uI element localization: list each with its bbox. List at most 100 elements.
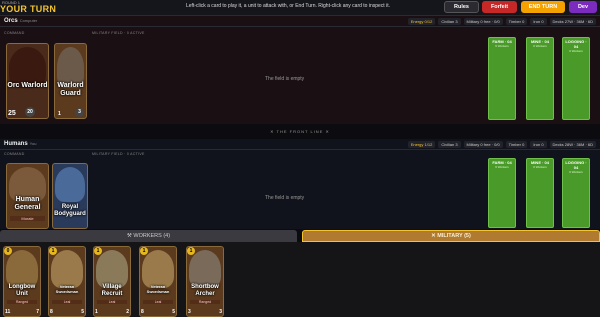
hand-card-veteran-swordsman[interactable]: 1 Veteran Swordsman Leal 8 5 <box>48 246 86 317</box>
enemy-card-orc-warlord[interactable]: Orc Warlord 25 20 <box>6 43 49 119</box>
enemy-mine-sub: 0 Workers <box>533 44 547 48</box>
veteran-swordsman-2-cost: 1 <box>140 247 148 255</box>
tab-workers[interactable]: ⚒ WORKERS (4) <box>0 230 297 242</box>
own-card-royal-bodyguard[interactable]: Royal Bodyguard <box>52 163 88 229</box>
hand-tabs: ⚒ WORKERS (4) ✕ MILITARY (5) <box>0 230 600 242</box>
warlord-guard-mid-badge: 1 <box>58 111 61 117</box>
own-decks: Decks 28W · 36M · 6D <box>549 141 596 148</box>
village-recruit-atk: 1 <box>95 309 98 315</box>
forfeit-button[interactable]: Forfeit <box>482 1 517 13</box>
orc-warlord-name: Orc Warlord <box>7 82 48 89</box>
own-stats: Energy 1/12 Civilian 3 Military 0 free ·… <box>407 141 596 148</box>
enemy-logging-sub: 0 Workers <box>569 49 583 53</box>
own-name: Humans You <box>4 141 37 147</box>
veteran-swordsman-name: Veteran Swordsman <box>55 284 79 294</box>
veteran-swordsman-cost: 1 <box>49 247 57 255</box>
orc-warlord-left-badge: 25 <box>8 110 16 117</box>
own-logging-sub: 0 Workers <box>569 170 583 174</box>
veteran-swordsman-2-atk: 8 <box>141 309 144 315</box>
longbow-unit-hp: 7 <box>36 309 39 315</box>
longbow-unit-art <box>6 250 38 288</box>
rules-button[interactable]: Rules <box>444 1 479 13</box>
own-mine[interactable]: MINE · 04 0 Workers <box>526 158 554 228</box>
enemy-field-label: MILITARY FIELD · 0 ACTIVE <box>92 31 145 35</box>
own-field-label: MILITARY FIELD · 0 ACTIVE <box>92 152 145 156</box>
royal-bodyguard-name: Royal Bodyguard <box>54 204 86 217</box>
own-card-human-general[interactable]: Human General Morale <box>6 163 49 229</box>
own-panel: Humans You Energy 1/12 Civilian 3 Militar… <box>0 139 600 229</box>
enemy-farm[interactable]: FARM · 04 6 Workers <box>488 37 516 120</box>
veteran-swordsman-hp: 5 <box>81 309 84 315</box>
enemy-card-warlord-guard[interactable]: Warlord Guard 35 1 3 <box>54 43 87 119</box>
human-general-desc: Morale <box>10 216 45 221</box>
end-turn-button[interactable]: END TURN <box>521 1 565 13</box>
veteran-swordsman-2-name: Veteran Swordsman <box>146 284 170 294</box>
enemy-stats: Energy 0/12 Civilian 3 Military 0 free ·… <box>407 18 596 25</box>
enemy-logging-title: LOGGING · 04 <box>565 39 587 49</box>
enemy-logging[interactable]: LOGGING · 04 0 Workers <box>562 37 590 120</box>
royal-bodyguard-art <box>55 167 85 203</box>
village-recruit-art <box>96 250 128 288</box>
veteran-swordsman-2-art <box>142 250 174 288</box>
veteran-swordsman-2-hp: 5 <box>172 309 175 315</box>
village-recruit-hp: 2 <box>126 309 129 315</box>
top-bar: ROUND 1 YOUR TURN Left-click a card to p… <box>0 0 600 16</box>
veteran-swordsman-2-desc: Leal <box>143 300 173 304</box>
enemy-header: Orcs Computer Energy 0/12 Civilian 3 Mili… <box>0 16 600 27</box>
enemy-sub: Computer <box>19 18 38 23</box>
enemy-mine[interactable]: MINE · 04 0 Workers <box>526 37 554 120</box>
own-civilian: Civilian 3 <box>438 141 461 148</box>
hand-area: 0 Longbow Unit Ranged 11 7 1 Veteran Swo… <box>0 242 600 317</box>
shortbow-archer-cost: 1 <box>187 247 195 255</box>
shortbow-archer-art <box>189 250 221 288</box>
enemy-name: Orcs Computer <box>4 18 38 24</box>
own-energy: Energy 1/12 <box>407 141 436 148</box>
warlord-guard-name: Warlord Guard <box>57 82 84 97</box>
hand-card-shortbow-archer[interactable]: 1 Shortbow Archer Ranged 3 3 <box>186 246 224 317</box>
tab-military[interactable]: ✕ MILITARY (5) <box>302 230 600 242</box>
shortbow-archer-atk: 3 <box>188 309 191 315</box>
own-farm-sub: 6 Workers <box>495 165 509 169</box>
hand-card-village-recruit[interactable]: 1 Village Recruit Leal 1 2 <box>93 246 131 317</box>
longbow-unit-name: Longbow Unit <box>8 284 36 297</box>
dev-button[interactable]: Dev <box>569 1 597 13</box>
longbow-unit-desc: Ranged <box>7 300 37 304</box>
own-iron: Iron 0 <box>530 141 547 148</box>
enemy-panel: Orcs Computer Energy 0/12 Civilian 3 Mili… <box>0 16 600 124</box>
village-recruit-name: Village Recruit <box>101 284 123 297</box>
human-general-name: Human General <box>14 196 41 211</box>
own-farm[interactable]: FARM · 04 6 Workers <box>488 158 516 228</box>
veteran-swordsman-art <box>51 250 83 288</box>
village-recruit-desc: Leal <box>97 300 127 304</box>
warlord-guard-right-badge: 3 <box>75 108 84 117</box>
own-military: Military 0 free · 0/0 <box>463 141 503 148</box>
shortbow-archer-name: Shortbow Archer <box>191 284 219 297</box>
enemy-civilian: Civilian 3 <box>438 18 461 25</box>
longbow-unit-atk: 11 <box>5 309 11 315</box>
longbow-unit-cost: 0 <box>4 247 12 255</box>
own-logging-title: LOGGING · 04 <box>565 160 587 170</box>
shortbow-archer-hp: 3 <box>219 309 222 315</box>
enemy-field-empty: The field is empty <box>265 76 305 82</box>
enemy-command-label: COMMAND <box>4 31 25 35</box>
enemy-iron: Iron 0 <box>530 18 547 25</box>
orc-warlord-mid-badge: 20 <box>25 107 35 117</box>
shortbow-archer-desc: Ranged <box>190 300 220 304</box>
turn-label: YOUR TURN <box>0 4 57 14</box>
own-command-label: COMMAND <box>4 152 25 156</box>
hand-card-longbow-unit[interactable]: 0 Longbow Unit Ranged 11 7 <box>3 246 41 317</box>
own-header: Humans You Energy 1/12 Civilian 3 Militar… <box>0 139 600 150</box>
enemy-decks: Decks 27W · 36M · 6D <box>549 18 596 25</box>
hand-card-veteran-swordsman-2[interactable]: 1 Veteran Swordsman Leal 8 5 <box>139 246 177 317</box>
enemy-energy: Energy 0/12 <box>407 18 436 25</box>
veteran-swordsman-atk: 8 <box>50 309 53 315</box>
front-line-divider: ✕ THE FRONT LINE ✕ <box>0 124 600 139</box>
own-logging[interactable]: LOGGING · 04 0 Workers <box>562 158 590 228</box>
own-timber: Timber 0 <box>505 141 528 148</box>
own-mine-sub: 0 Workers <box>533 165 547 169</box>
village-recruit-cost: 1 <box>94 247 102 255</box>
enemy-military: Military 0 free · 0/0 <box>463 18 503 25</box>
enemy-farm-sub: 6 Workers <box>495 44 509 48</box>
veteran-swordsman-desc: Leal <box>52 300 82 304</box>
front-line-label: THE FRONT LINE <box>276 129 324 134</box>
